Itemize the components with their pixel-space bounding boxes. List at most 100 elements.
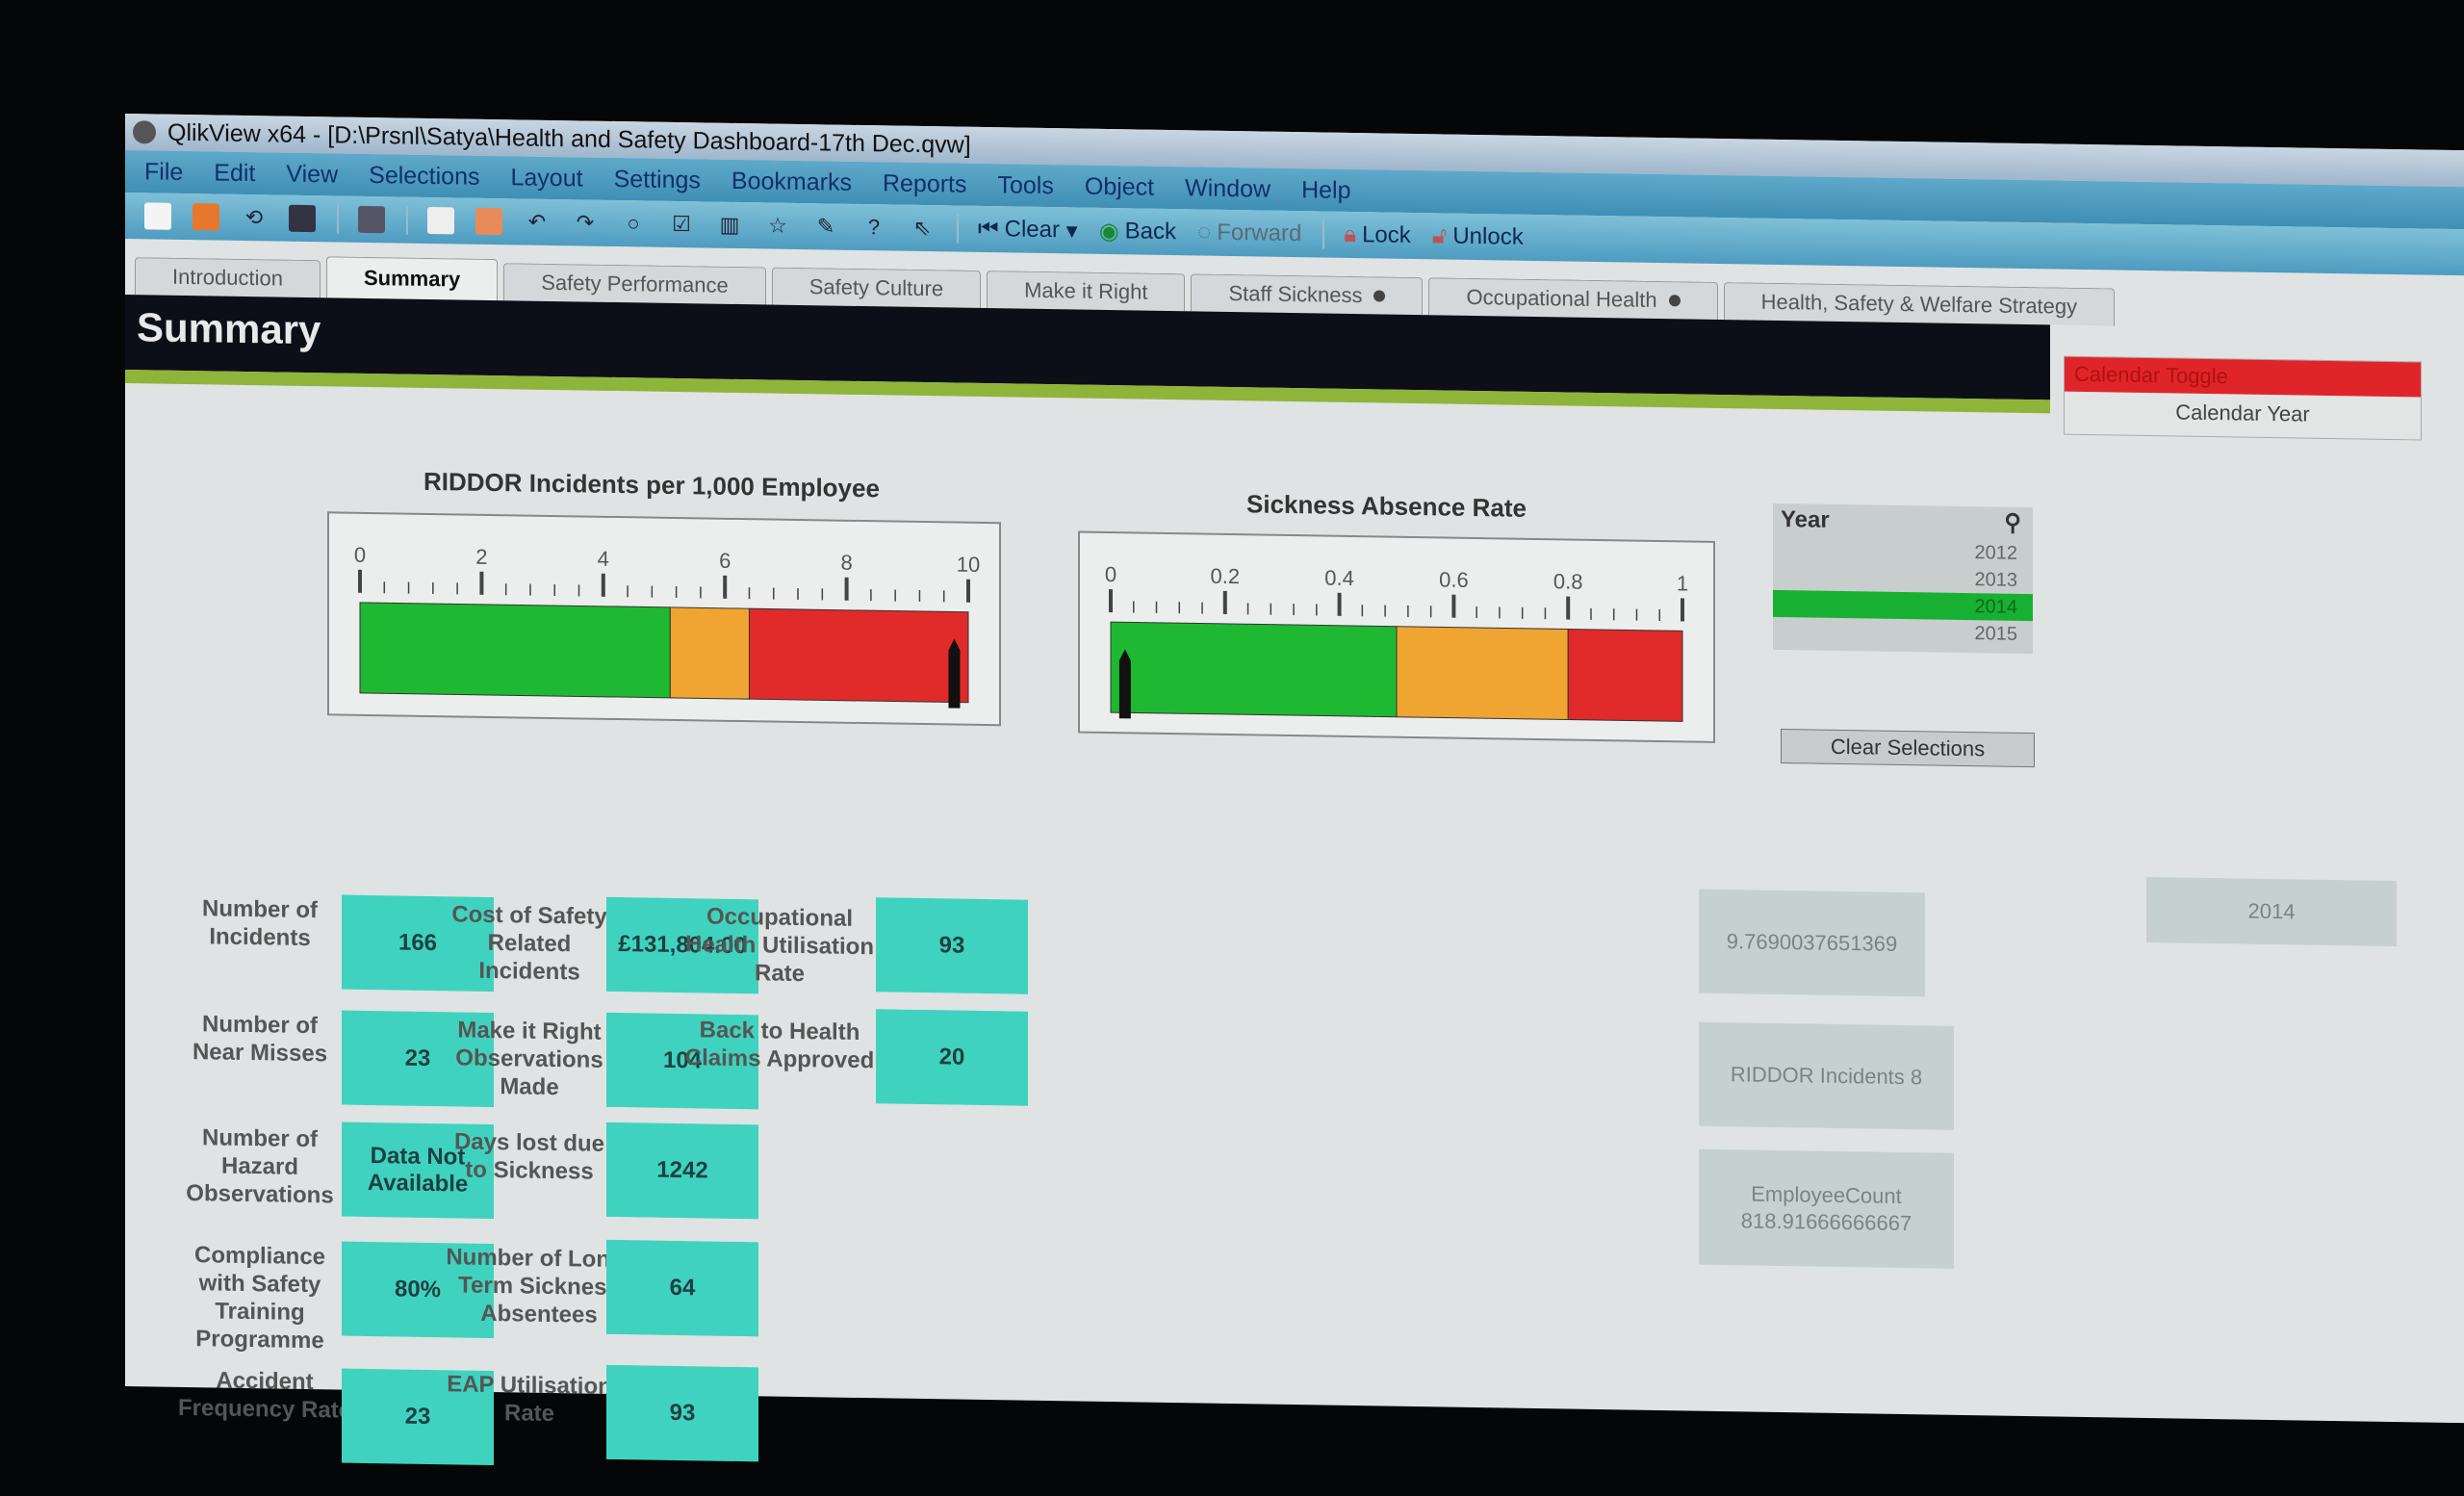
riddor-needle (948, 638, 961, 709)
sickness-band-0 (1110, 621, 1398, 718)
riddor-tick-label: 8 (840, 551, 852, 575)
riddor-tick-label: 10 (957, 553, 980, 577)
sickness-tick-label: 0.4 (1324, 566, 1354, 590)
clear-selections-button[interactable]: Clear Selections (1781, 729, 2035, 768)
tab-label: Staff Sickness (1228, 281, 1363, 308)
forward-button[interactable]: ◌ Forward (1197, 219, 1301, 248)
menu-help[interactable]: Help (1301, 176, 1350, 205)
lock-button[interactable]: 🔒︎ Lock (1344, 221, 1410, 249)
menu-bookmarks[interactable]: Bookmarks (732, 167, 852, 196)
kpi-label: Number of Near Misses (192, 1011, 328, 1068)
edit-icon[interactable]: ✎ (812, 213, 839, 240)
star-icon[interactable]: ☆ (764, 212, 791, 239)
tab-label: Safety Performance (541, 270, 729, 297)
menu-layout[interactable]: Layout (511, 164, 583, 193)
kpi-label: Occupational Health Utilisation Rate (684, 903, 875, 988)
riddor-tick-label: 0 (354, 543, 366, 567)
tab-label: Make it Right (1024, 277, 1148, 304)
open-icon[interactable] (192, 203, 219, 231)
menu-reports[interactable]: Reports (883, 169, 967, 198)
year-listbox-title: Year (1781, 506, 1830, 533)
kpi-value: 20 (876, 1009, 1028, 1106)
calendar-toggle[interactable]: Calendar Toggle Calendar Year (2064, 355, 2422, 441)
kpi-label: Accident Frequency Rate (177, 1367, 352, 1424)
qlikview-app-icon (133, 120, 156, 144)
tab-staff-sickness[interactable]: Staff Sickness (1191, 273, 1424, 316)
sickness-gauge-svg: 0 0.2 0.4 0.6 0.8 1 (1105, 562, 1688, 722)
tab-label: Summary (363, 265, 461, 292)
edit-script-icon[interactable] (427, 206, 454, 235)
kpi-label: Number of Hazard Observations (186, 1124, 334, 1209)
year-item[interactable]: 2013 (1773, 563, 2033, 594)
reload-icon[interactable]: ⟲ (241, 204, 268, 231)
search-icon[interactable]: ○ (620, 210, 647, 237)
tab-introduction[interactable]: Introduction (135, 257, 321, 298)
save-icon[interactable] (289, 204, 316, 233)
toolbar-separator (1322, 219, 1325, 249)
tab-health-safety-welfare-strategy[interactable]: Health, Safety & Welfare Strategy (1723, 282, 2116, 326)
year-textbox: 2014 (2146, 876, 2397, 947)
help-pointer-icon[interactable]: ⇖ (909, 215, 936, 242)
new-icon[interactable] (144, 202, 171, 230)
riddor-tick-label: 2 (475, 545, 487, 569)
sickness-tick-label: 1 (1677, 571, 1688, 595)
sickness-band-1 (1396, 626, 1569, 721)
sickness-tick-label: 0.2 (1211, 564, 1241, 588)
riddor-band-2 (748, 607, 969, 704)
menu-file[interactable]: File (144, 158, 183, 187)
tab-label: Health, Safety & Welfare Strategy (1760, 289, 2078, 319)
tab-label: Introduction (172, 264, 283, 291)
undo-icon[interactable]: ↶ (524, 209, 551, 236)
year-item[interactable]: 2014 (1773, 589, 2033, 622)
toolbar-separator (337, 204, 339, 234)
riddor-rate-textbox: 9.7690037651369 (1699, 889, 1925, 997)
sickness-gauge: 0 0.2 0.4 0.6 0.8 1 (1078, 530, 1715, 743)
kpi-label: Compliance with Safety Training Programm… (193, 1242, 326, 1354)
menu-window[interactable]: Window (1185, 174, 1270, 203)
forward-icon: ◌ (1197, 219, 1212, 245)
tab-safety-performance[interactable]: Safety Performance (503, 263, 766, 305)
kpi-label: Number of Incidents (202, 895, 318, 952)
sickness-needle (1118, 649, 1131, 719)
menu-view[interactable]: View (286, 160, 338, 189)
year-listbox: Year ⚲ 2012 2013 2014 2015 (1773, 503, 2033, 655)
unlock-icon: 🔓︎ (1431, 222, 1448, 249)
status-dot-icon (1373, 290, 1386, 302)
riddor-band-1 (669, 606, 750, 700)
status-dot-icon (1668, 295, 1681, 307)
riddor-gauge-svg: 0 2 4 6 8 10 (354, 543, 980, 709)
lock-icon: 🔒︎ (1344, 220, 1357, 248)
tab-make-it-right[interactable]: Make it Right (987, 271, 1186, 312)
menu-settings[interactable]: Settings (614, 165, 701, 193)
clear-button[interactable]: ⏮ Clear ▾ (978, 215, 1078, 245)
year-item[interactable]: 2015 (1773, 617, 2033, 648)
riddor-tick-label: 4 (598, 547, 609, 571)
calendar-toggle-value[interactable]: Calendar Year (2065, 392, 2421, 436)
menu-selections[interactable]: Selections (369, 161, 479, 191)
kpi-label: Back to Health Claims Approved (684, 1017, 875, 1074)
kpi-value: 93 (606, 1364, 758, 1462)
reload-doc-icon[interactable] (475, 207, 502, 236)
clear-icon: ⏮ (978, 215, 999, 243)
riddor-tick-label: 6 (719, 549, 731, 573)
year-item[interactable]: 2012 (1773, 536, 2033, 567)
redo-icon[interactable]: ↷ (572, 209, 599, 236)
tab-occupational-health[interactable]: Occupational Health (1428, 277, 1718, 320)
kpi-value: 93 (876, 897, 1028, 994)
menu-tools[interactable]: Tools (998, 171, 1054, 200)
toolbar-separator (957, 214, 959, 244)
menu-edit[interactable]: Edit (214, 159, 255, 188)
search-icon[interactable]: ⚲ (2004, 507, 2021, 540)
tab-safety-culture[interactable]: Safety Culture (771, 267, 982, 308)
back-button[interactable]: ◉ Back (1099, 217, 1176, 245)
chart-icon[interactable]: ▥ (716, 212, 743, 239)
kpi-label: EAP Utilisation Rate (447, 1371, 612, 1428)
tab-summary[interactable]: Summary (325, 256, 499, 301)
help-icon[interactable]: ? (860, 214, 887, 241)
print-icon[interactable] (358, 205, 385, 234)
back-icon: ◉ (1098, 218, 1119, 245)
menu-object[interactable]: Object (1085, 172, 1154, 201)
toolbar-separator (406, 205, 408, 235)
unlock-button[interactable]: 🔓︎ Unlock (1432, 222, 1524, 250)
checkbox-icon[interactable]: ☑ (668, 211, 695, 238)
